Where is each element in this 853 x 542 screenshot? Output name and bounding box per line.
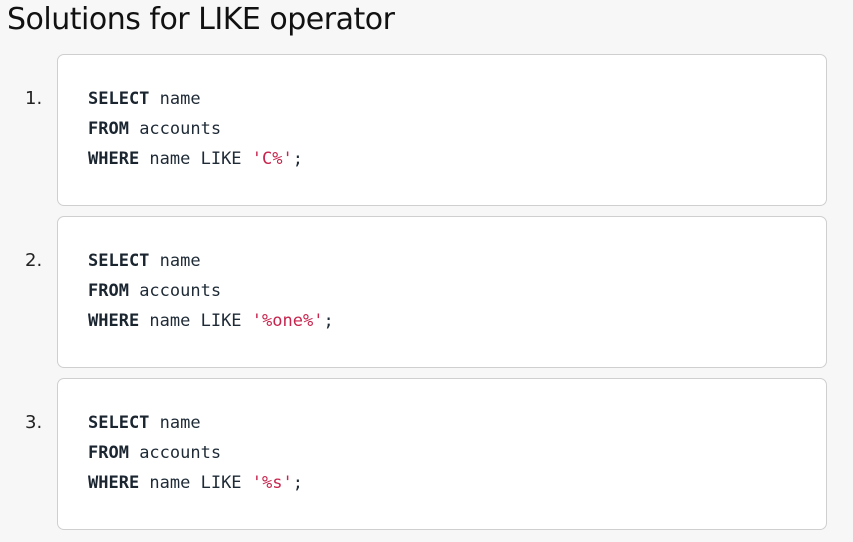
string-literal: 'C%' [251,149,293,169]
code-line: WHERE name LIKE 'C%'; [88,148,303,170]
string-literal: '%one%' [251,311,324,331]
solution-number: 1. [25,88,43,109]
code-text: ; [292,149,303,169]
page-title: Solutions for LIKE operator [7,2,395,37]
solution-number: 3. [25,412,43,433]
sql-keyword: FROM [88,281,129,301]
code-text: name LIKE [139,149,252,169]
sql-keyword: SELECT [88,89,150,109]
code-text: name [149,251,201,271]
sql-keyword: WHERE [88,149,140,169]
code-text: name [149,413,201,433]
string-literal: '%s' [251,473,293,493]
sql-keyword: FROM [88,443,129,463]
code-text: accounts [128,119,222,139]
code-line: FROM accounts [88,118,221,140]
solution-number: 2. [25,250,43,271]
code-line: FROM accounts [88,280,221,302]
sql-keyword: WHERE [88,473,140,493]
code-line: WHERE name LIKE '%one%'; [88,310,334,332]
code-text: accounts [128,281,222,301]
code-line: FROM accounts [88,442,221,464]
code-line: SELECT name [88,412,201,434]
code-line: SELECT name [88,88,201,110]
solution-item-1: 1. SELECT name FROM accounts WHERE name … [0,54,853,206]
code-text: name [149,89,201,109]
sql-keyword: SELECT [88,251,150,271]
code-line: SELECT name [88,250,201,272]
code-text: ; [292,473,303,493]
solution-item-3: 3. SELECT name FROM accounts WHERE name … [0,378,853,530]
code-block[interactable]: SELECT name FROM accounts WHERE name LIK… [57,378,827,530]
sql-keyword: WHERE [88,311,140,331]
code-text: accounts [128,443,222,463]
code-text: name LIKE [139,311,252,331]
solution-item-2: 2. SELECT name FROM accounts WHERE name … [0,216,853,368]
sql-keyword: SELECT [88,413,150,433]
code-line: WHERE name LIKE '%s'; [88,472,303,494]
code-block[interactable]: SELECT name FROM accounts WHERE name LIK… [57,54,827,206]
sql-keyword: FROM [88,119,129,139]
code-text: ; [323,311,334,331]
code-text: name LIKE [139,473,252,493]
code-block[interactable]: SELECT name FROM accounts WHERE name LIK… [57,216,827,368]
